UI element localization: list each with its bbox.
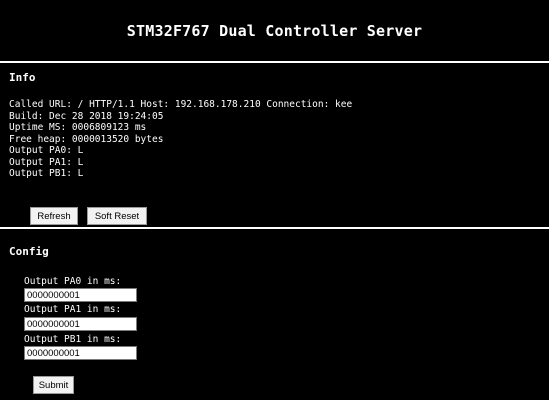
info-line-url: Called URL: / HTTP/1.1 Host: 192.168.178…	[9, 99, 353, 110]
page-title: STM32F767 Dual Controller Server	[126, 21, 423, 40]
soft-reset-button[interactable]: Soft Reset	[87, 207, 147, 225]
pb1-input[interactable]	[24, 346, 137, 360]
info-lines: Called URL: / HTTP/1.1 Host: 192.168.178…	[9, 99, 352, 180]
pa1-input[interactable]	[24, 317, 137, 331]
pa1-label: Output PA1 in ms:	[24, 304, 122, 315]
info-line-heap: Free heap: 0000013520 bytes	[9, 133, 164, 145]
info-line-pa0: Output PA0: L	[9, 145, 84, 156]
pa0-input[interactable]	[24, 288, 137, 302]
info-panel: Info Called URL: / HTTP/1.1 Host: 192.16…	[0, 63, 549, 227]
info-heading: Info	[9, 71, 36, 84]
submit-button[interactable]: Submit	[33, 376, 74, 394]
page: STM32F767 Dual Controller Server Info Ca…	[0, 0, 551, 400]
config-heading: Config	[9, 245, 49, 258]
refresh-button[interactable]: Refresh	[30, 207, 78, 225]
pb1-label: Output PB1 in ms:	[24, 334, 122, 345]
info-line-uptime: Uptime MS: 0006809123 ms	[9, 122, 147, 133]
header-bar: STM32F767 Dual Controller Server	[0, 0, 549, 63]
config-panel: Config Output PA0 in ms: Output PA1 in m…	[0, 229, 549, 400]
info-line-build: Build: Dec 28 2018 19:24:05	[9, 110, 164, 122]
pa0-label: Output PA0 in ms:	[24, 276, 122, 287]
info-line-pb1: Output PB1: L	[9, 168, 84, 179]
info-line-pa1: Output PA1: L	[9, 156, 84, 168]
